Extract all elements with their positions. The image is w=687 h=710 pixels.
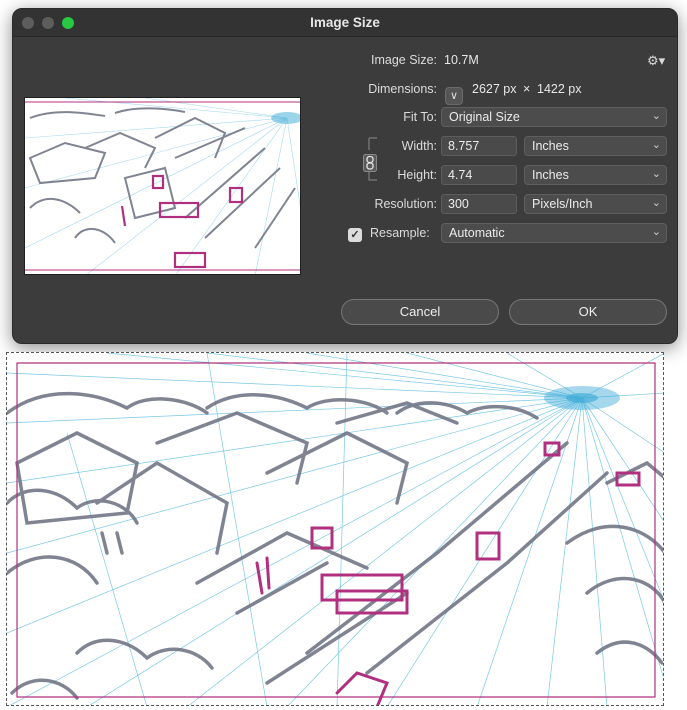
- chevron-down-icon: ⌄: [651, 139, 661, 151]
- ok-button[interactable]: OK: [509, 299, 667, 325]
- image-size-dialog: Image Size ⚙▾ Image Size: 10.7M Dimensio…: [12, 8, 678, 344]
- resolution-unit-select[interactable]: Pixels/Inch ⌄: [524, 194, 667, 214]
- resample-value: Automatic: [449, 226, 505, 240]
- window-title: Image Size: [310, 15, 380, 30]
- dimensions-times-symbol: ×: [523, 82, 531, 96]
- width-input[interactable]: 8.757: [441, 136, 517, 156]
- resample-label: Resample:: [370, 226, 430, 240]
- document-canvas[interactable]: [6, 352, 664, 706]
- chevron-down-icon: ⌄: [651, 197, 661, 209]
- image-size-value: 10.7M: [444, 53, 479, 67]
- chevron-down-icon: ⌄: [651, 226, 661, 238]
- resolution-input[interactable]: 300: [441, 194, 517, 214]
- resolution-label: Resolution:: [374, 197, 437, 211]
- resolution-unit-value: Pixels/Inch: [532, 197, 593, 211]
- fit-to-select[interactable]: Original Size ⌄: [441, 107, 667, 127]
- image-size-label: Image Size:: [370, 53, 437, 67]
- fit-to-value: Original Size: [449, 110, 520, 124]
- gear-icon[interactable]: ⚙▾: [647, 53, 665, 69]
- width-unit-value: Inches: [532, 139, 569, 153]
- dimensions-height-value: 1422 px: [537, 82, 582, 96]
- height-label: Height:: [397, 168, 437, 182]
- dimensions-label: Dimensions:: [368, 82, 437, 96]
- cancel-button[interactable]: Cancel: [341, 299, 499, 325]
- height-unit-value: Inches: [532, 168, 569, 182]
- height-input[interactable]: 4.74: [441, 165, 517, 185]
- fit-to-label: Fit To:: [403, 110, 437, 124]
- chevron-down-icon: ⌄: [651, 168, 661, 180]
- image-preview[interactable]: [24, 97, 301, 275]
- resample-select[interactable]: Automatic ⌄: [441, 223, 667, 243]
- dimensions-unit-chevron-icon[interactable]: ∨: [445, 87, 463, 105]
- dimensions-width-value: 2627 px: [472, 82, 517, 96]
- height-unit-select[interactable]: Inches ⌄: [524, 165, 667, 185]
- width-label: Width:: [401, 139, 437, 153]
- chevron-down-icon: ⌄: [651, 110, 661, 122]
- perspective-sketch-image: [7, 353, 663, 705]
- preview-sketch-image: [25, 98, 300, 274]
- title-bar: Image Size: [13, 9, 677, 37]
- resample-checkbox[interactable]: ✓: [348, 228, 362, 242]
- width-unit-select[interactable]: Inches ⌄: [524, 136, 667, 156]
